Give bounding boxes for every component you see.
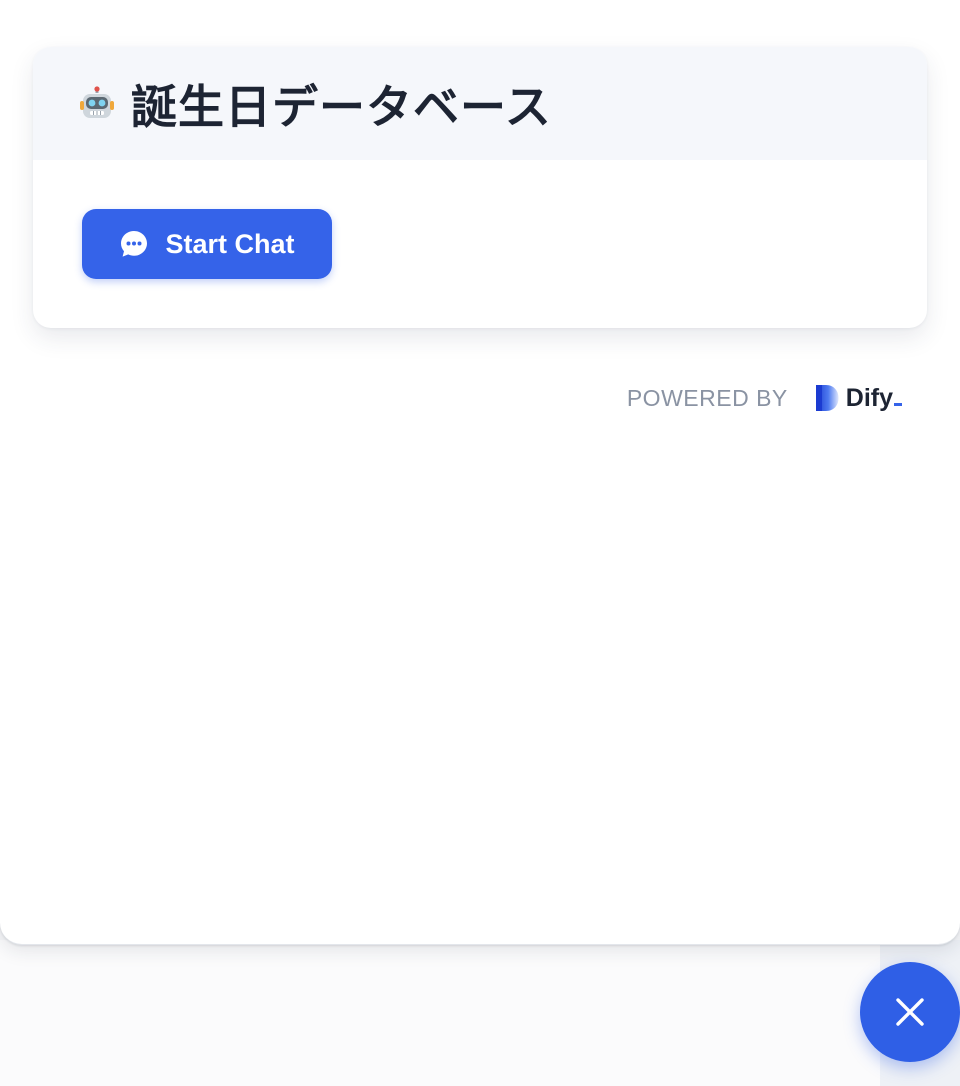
dify-logo[interactable]: Dify (814, 384, 902, 413)
powered-by-text: POWERED BY (626, 384, 788, 411)
dify-brand-text: Dify (845, 383, 893, 412)
dify-underscore (894, 402, 902, 406)
robot-icon (79, 85, 115, 122)
close-icon (894, 996, 926, 1028)
chat-panel: 誕生日データベース Start Chat POWERED BY Dify (0, 0, 960, 945)
page: 誕生日データベース Start Chat POWERED BY Dify (0, 0, 960, 1086)
powered-by: POWERED BY Dify (627, 378, 902, 418)
background-area (0, 940, 880, 1086)
start-chat-label: Start Chat (165, 228, 295, 259)
chat-bubble-icon (119, 229, 149, 259)
card-body: Start Chat (33, 160, 927, 328)
dify-wordmark: Dify (846, 384, 902, 413)
welcome-card: 誕生日データベース Start Chat (33, 47, 927, 328)
start-chat-button[interactable]: Start Chat (82, 209, 332, 279)
card-title: 誕生日データベース (131, 79, 552, 134)
dify-logo-icon (814, 384, 840, 412)
card-header: 誕生日データベース (33, 47, 927, 160)
close-chat-button[interactable] (860, 962, 960, 1062)
